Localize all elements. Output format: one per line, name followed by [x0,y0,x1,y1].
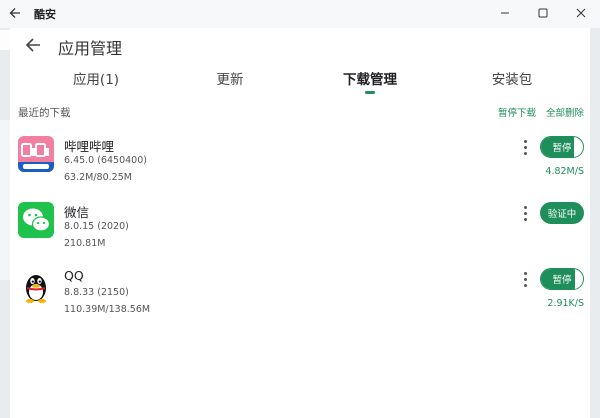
window-controls [486,0,600,28]
section-header: 最近的下载 暂停下载 全部删除 [10,102,590,122]
app-version: 8.8.33 (2150) [64,287,129,298]
pause-button-label: 暂停 [552,143,572,154]
close-icon [576,7,586,21]
more-options-icon[interactable] [520,138,530,156]
app-name: 哔哩哔哩 [64,139,115,154]
minimize-icon [500,7,510,21]
verifying-button-label: 验证中 [547,209,577,220]
pause-button-label: 暂停 [552,275,572,286]
tab-apps[interactable]: 应用(1) [46,68,146,88]
maximize-icon [538,7,548,21]
page-title: 应用管理 [58,39,123,58]
download-speed: 4.82M/S [545,166,584,177]
maximize-button[interactable] [524,0,562,28]
delete-all-button[interactable]: 全部删除 [546,105,584,119]
download-size: 110.39M/138.56M [64,304,151,315]
window-title: 酷安 [34,8,56,21]
window-back-button[interactable] [0,0,30,28]
app-name: 微信 [64,205,90,220]
back-button[interactable] [24,36,42,54]
qq-icon [18,268,54,304]
active-tab-indicator [365,91,375,94]
background-strip [0,30,10,50]
app-version: 8.0.15 (2020) [64,221,129,232]
more-options-icon[interactable] [520,204,530,222]
pause-button[interactable]: 暂停 [540,136,584,158]
minimize-button[interactable] [486,0,524,28]
verifying-button[interactable]: 验证中 [540,202,584,224]
download-item-bilibili[interactable]: 哔哩哔哩 6.45.0 (6450400) 63.2M/80.25M 暂停 4.… [10,136,590,196]
app-bar: 应用管理 [10,28,590,62]
download-item-wechat[interactable]: 微信 8.0.15 (2020) 210.81M 验证中 [10,202,590,262]
pause-all-button[interactable]: 暂停下载 [498,105,536,119]
more-options-icon[interactable] [520,270,530,288]
tab-downloads[interactable]: 下载管理 [320,68,420,88]
tab-packages[interactable]: 安装包 [462,68,562,88]
app-name: QQ [64,268,84,283]
tab-bar: 应用(1) 更新 下载管理 安装包 [10,64,590,94]
wechat-icon [18,202,54,238]
app-window: 应用管理 应用(1) 更新 下载管理 安装包 最近的下载 暂停下载 全部删除 哔… [10,28,590,418]
download-speed: 2.91K/S [547,298,584,309]
download-size: 63.2M/80.25M [64,172,132,183]
window-titlebar: 酷安 [0,0,600,28]
download-size: 210.81M [64,238,106,249]
section-title: 最近的下载 [18,107,71,119]
back-arrow-icon [9,5,21,23]
app-version: 6.45.0 (6450400) [64,155,147,166]
download-item-qq[interactable]: QQ 8.8.33 (2150) 110.39M/138.56M 暂停 2.91… [10,268,590,328]
background-strip [0,120,10,280]
tab-updates[interactable]: 更新 [180,68,280,88]
close-button[interactable] [562,0,600,28]
bilibili-icon [18,136,54,172]
pause-button[interactable]: 暂停 [540,268,584,290]
